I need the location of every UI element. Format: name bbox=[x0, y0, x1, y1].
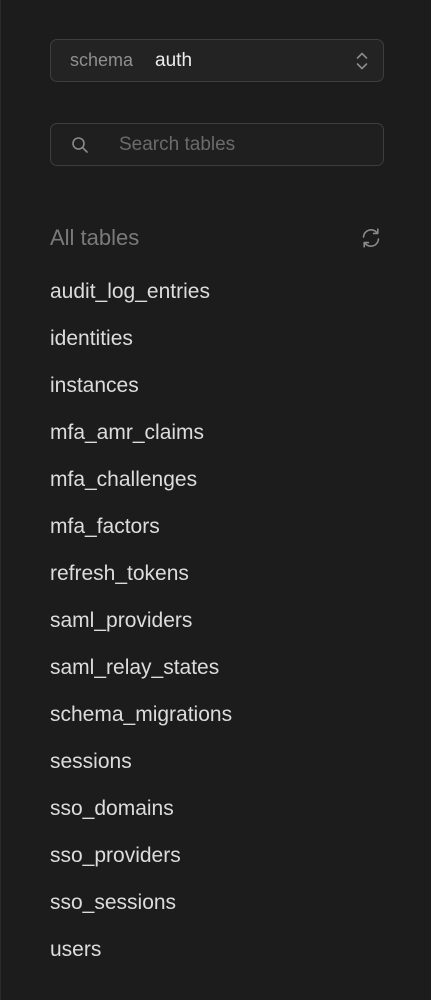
all-tables-title: All tables bbox=[50, 225, 140, 250]
table-item-sessions[interactable]: sessions bbox=[50, 742, 384, 789]
search-icon bbox=[71, 136, 89, 154]
search-box bbox=[50, 123, 384, 166]
table-item-sso-providers[interactable]: sso_providers bbox=[50, 836, 384, 883]
table-item-mfa-amr-claims[interactable]: mfa_amr_claims bbox=[50, 413, 384, 460]
table-item-saml-providers[interactable]: saml_providers bbox=[50, 601, 384, 648]
table-sidebar: schema auth All tables bbox=[0, 0, 431, 1000]
table-item-saml-relay-states[interactable]: saml_relay_states bbox=[50, 648, 384, 695]
schema-value: auth bbox=[155, 49, 193, 71]
table-item-users[interactable]: users bbox=[50, 930, 384, 977]
search-input[interactable] bbox=[119, 133, 367, 156]
table-item-instances[interactable]: instances bbox=[50, 366, 384, 413]
table-item-schema-migrations[interactable]: schema_migrations bbox=[50, 695, 384, 742]
table-item-mfa-challenges[interactable]: mfa_challenges bbox=[50, 460, 384, 507]
schema-selector[interactable]: schema auth bbox=[50, 39, 384, 82]
table-item-audit-log-entries[interactable]: audit_log_entries bbox=[50, 272, 384, 319]
refresh-icon[interactable] bbox=[358, 225, 384, 251]
tables-list-header: All tables bbox=[50, 220, 384, 256]
table-item-refresh-tokens[interactable]: refresh_tokens bbox=[50, 554, 384, 601]
table-item-sso-domains[interactable]: sso_domains bbox=[50, 789, 384, 836]
chevron-up-down-icon bbox=[355, 49, 369, 73]
table-item-mfa-factors[interactable]: mfa_factors bbox=[50, 507, 384, 554]
table-item-identities[interactable]: identities bbox=[50, 319, 384, 366]
table-item-sso-sessions[interactable]: sso_sessions bbox=[50, 883, 384, 930]
tables-list: audit_log_entries identities instances m… bbox=[50, 272, 384, 977]
schema-prefix-label: schema bbox=[70, 50, 134, 70]
